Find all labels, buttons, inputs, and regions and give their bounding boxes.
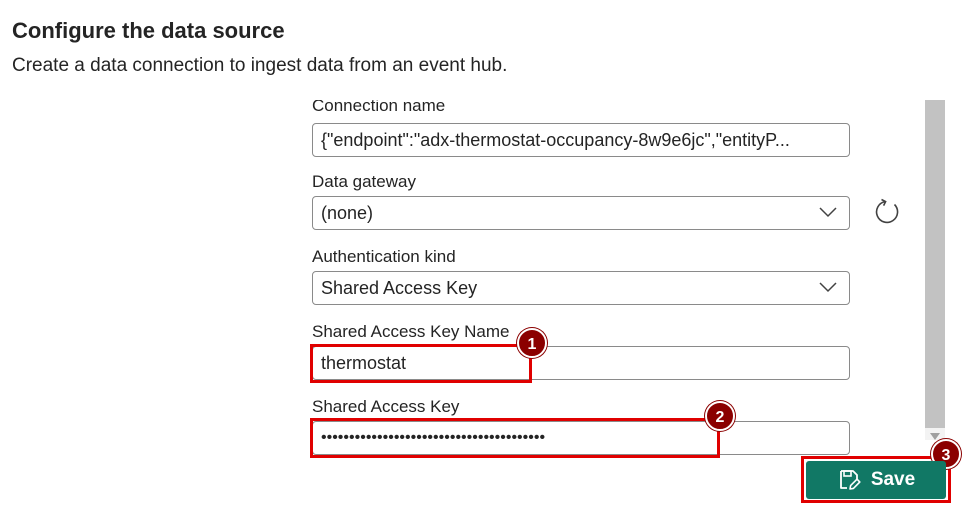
connection-name-label: Connection name <box>312 100 446 115</box>
page-title: Configure the data source <box>12 18 285 43</box>
authentication-kind-value: Shared Access Key <box>321 278 478 298</box>
page-subtitle: Create a data connection to ingest data … <box>12 55 508 76</box>
connection-name-input[interactable]: {"endpoint":"adx-thermostat-occupancy-8w… <box>312 123 850 157</box>
scroll-down-arrow-icon[interactable] <box>930 433 940 440</box>
shared-access-key-name-label: Shared Access Key Name <box>312 322 510 341</box>
data-gateway-label: Data gateway <box>312 172 416 191</box>
shared-access-key-label: Shared Access Key <box>312 397 460 416</box>
save-edit-icon <box>839 470 861 490</box>
refresh-icon[interactable] <box>872 197 902 227</box>
form-scrollbar[interactable] <box>925 100 945 440</box>
authentication-kind-select[interactable]: Shared Access Key <box>312 271 850 305</box>
data-gateway-value: (none) <box>321 203 374 223</box>
connection-form: Connection name {"endpoint":"adx-thermos… <box>300 100 920 460</box>
save-button-label: Save <box>870 469 916 490</box>
chevron-down-icon <box>819 207 837 218</box>
authentication-kind-label: Authentication kind <box>312 247 456 266</box>
callout-badge-2: 2 <box>705 401 735 431</box>
chevron-down-icon <box>819 282 837 293</box>
data-gateway-select[interactable]: (none) <box>312 196 850 230</box>
scrollbar-thumb[interactable] <box>925 100 945 428</box>
highlight-box-1 <box>310 344 532 383</box>
callout-badge-1: 1 <box>517 328 547 358</box>
save-button[interactable]: Save <box>806 461 946 499</box>
highlight-box-2 <box>310 418 720 458</box>
